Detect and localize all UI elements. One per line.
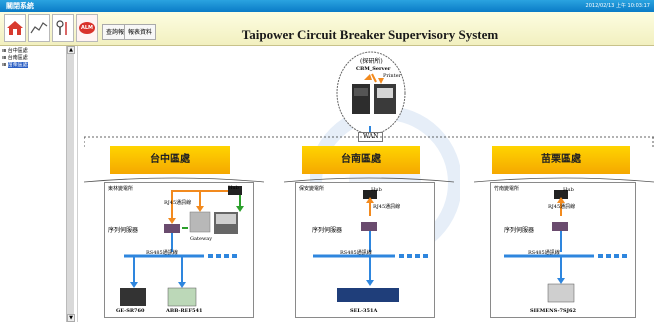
bus-label: RS485通訊線: [528, 250, 560, 256]
scroll-down-icon[interactable]: ▼: [67, 314, 75, 322]
serial-server-label: 序列伺服器: [312, 227, 343, 234]
close-system-button[interactable]: 關閉系統: [6, 0, 34, 12]
center-label: (探研所): [360, 58, 383, 65]
home-icon: [7, 21, 23, 35]
scroll-up-icon[interactable]: ▲: [67, 46, 75, 54]
link-label: RJ45通訊線: [164, 200, 192, 206]
link-label: RJ45通訊線: [373, 204, 401, 210]
toolbar: ALM 查詢報 報表資料 Taipower Circuit Breaker Su…: [0, 12, 654, 46]
datetime: 2012/02/13 上午 10:03:17: [585, 3, 650, 9]
hub-label: Hub: [563, 187, 574, 193]
region-header-taichung[interactable]: 台中區處: [110, 146, 230, 174]
home-button[interactable]: [4, 14, 26, 42]
serial-server-label: 序列伺服器: [504, 227, 535, 234]
link-label: RJ45通訊線: [548, 204, 576, 210]
device-label: ABB-REF541: [166, 308, 203, 314]
tree-item-miaoli[interactable]: ⊞ 苗栗區處: [2, 62, 28, 69]
sidebar-tree: ⊞ 台中區處 ⊞ 台南區處 ⊞ 苗栗區處 ▲ ▼: [0, 46, 78, 322]
bus-label: RS485通訊線: [146, 250, 178, 256]
settings-button[interactable]: [52, 14, 74, 42]
hub-label: Hub: [371, 187, 382, 193]
region-header-miaoli[interactable]: 苗栗區處: [492, 146, 630, 174]
page-title: Taipower Circuit Breaker Supervisory Sys…: [241, 27, 499, 42]
chart-icon: [30, 22, 48, 34]
serial-server-label: 序列伺服器: [108, 227, 139, 234]
device-label: SEL-351A: [350, 308, 378, 314]
alarm-badge: ALM: [80, 25, 94, 31]
network-diagram: (探研所) CBM_Server Printer WAN 台中區處 台南區處 苗…: [80, 46, 654, 322]
alarm-button[interactable]: ALM: [76, 14, 98, 42]
tree-item-tainan[interactable]: ⊞ 台南區處: [2, 55, 28, 62]
title-bar: 關閉系統 2012/02/13 上午 10:03:17: [0, 0, 654, 12]
sidebar-scrollbar[interactable]: ▲ ▼: [66, 46, 75, 322]
device-label: GE-SR760: [116, 308, 145, 314]
report-button[interactable]: 報表資料: [124, 24, 157, 40]
region-header-tainan[interactable]: 台南區處: [302, 146, 420, 174]
device-label: SIEMENS-7SJ62: [530, 308, 576, 314]
gateway-label: Gateway: [190, 236, 213, 242]
tools-icon: [56, 20, 67, 35]
trend-chart-button[interactable]: [28, 14, 50, 42]
bus-label: RS485通訊線: [340, 250, 372, 256]
server-pc-icon: [352, 73, 396, 114]
hub-label: Hub: [228, 185, 239, 191]
tree-item-taichung[interactable]: ⊞ 台中區處: [2, 48, 28, 55]
